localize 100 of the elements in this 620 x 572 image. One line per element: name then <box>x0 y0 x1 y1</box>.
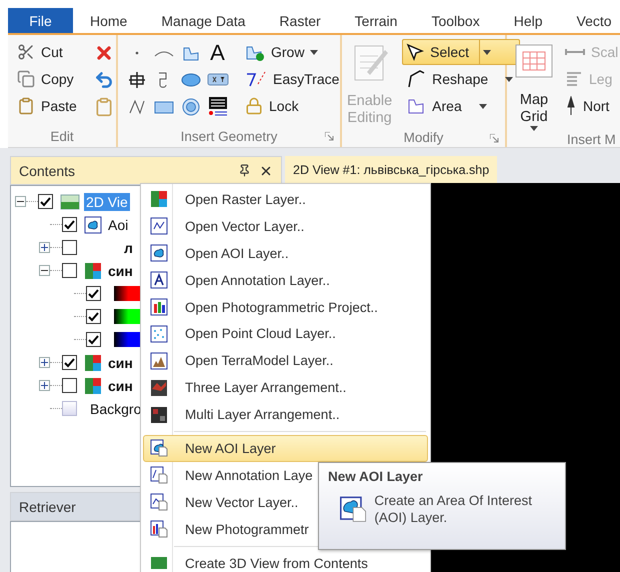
menu-item[interactable]: Open Vector Layer.. <box>143 212 428 240</box>
minus-sign <box>41 267 48 274</box>
tree-item[interactable]: л <box>122 238 135 256</box>
geo-label-icon <box>206 96 228 118</box>
panel-title: Contents <box>19 162 76 178</box>
group-label: Modify <box>404 130 444 144</box>
tooltip-title: New AOI Layer <box>328 469 424 484</box>
menu-item[interactable]: Open TerraModel Layer.. <box>143 347 428 374</box>
checkbox[interactable] <box>86 309 101 324</box>
checkbox[interactable] <box>62 401 77 416</box>
menu-item[interactable]: Open Photogrammetric Project.. <box>143 294 428 320</box>
menu-tab[interactable]: Vecto <box>560 8 620 33</box>
checkbox[interactable] <box>62 240 77 255</box>
new-polyline-icon <box>150 493 168 512</box>
checkbox[interactable] <box>62 355 77 370</box>
dots-icon <box>150 324 168 343</box>
checkbox[interactable] <box>86 332 101 347</box>
new-annotation-icon <box>150 466 168 484</box>
menu-item[interactable]: New AOI Layer <box>143 435 428 462</box>
raster-grid-icon <box>84 354 102 372</box>
ribbon-button[interactable]: Select <box>402 39 520 65</box>
tree-item[interactable]: Aoi <box>106 216 130 234</box>
menu-tab[interactable]: Home <box>73 8 144 33</box>
menu-tab[interactable]: Terrain <box>338 8 414 33</box>
view-tab[interactable]: 2D View #1: львівська_гірська.shp <box>285 156 498 183</box>
menu-item[interactable]: Three Layer Arrangement.. <box>143 374 428 402</box>
minus-sign <box>17 198 24 205</box>
check-icon <box>64 358 75 368</box>
caret-icon <box>530 126 538 131</box>
ribbon-button[interactable]: Grow <box>241 39 344 65</box>
check-icon <box>88 334 99 344</box>
menu-item[interactable]: Open Raster Layer.. <box>143 186 428 213</box>
pin-icon[interactable] <box>238 164 251 177</box>
menu-tab[interactable]: Raster <box>262 8 338 33</box>
bar-chart-icon <box>150 298 168 316</box>
ribbon-button[interactable]: EasyTrace <box>241 66 344 92</box>
check-icon <box>64 220 75 230</box>
clipboard-icon[interactable] <box>94 96 114 116</box>
menu-item[interactable]: Create 3D View from Contents <box>143 550 428 572</box>
image-stack-icon <box>150 378 168 397</box>
checkbox[interactable] <box>62 217 77 232</box>
ribbon-button[interactable]: Paste <box>13 93 81 119</box>
raster-grid-icon <box>150 190 168 208</box>
new-bar-chart-icon <box>150 520 168 538</box>
north-arrow-icon <box>565 96 577 116</box>
ribbon-button[interactable]: Cut <box>13 39 81 65</box>
checkbox[interactable] <box>62 263 77 278</box>
plus-sign <box>41 359 48 366</box>
checkbox[interactable] <box>38 194 53 209</box>
scale-bar-icon <box>565 46 585 58</box>
menu-item[interactable]: Multi Layer Arrangement.. <box>143 401 428 428</box>
tree-item[interactable]: син <box>106 376 135 394</box>
expand-icon[interactable] <box>39 357 50 368</box>
text-glyph[interactable]: A <box>210 42 225 64</box>
collapse-icon[interactable] <box>15 196 26 207</box>
tooltip-text: Create an Area Of Interest (AOI) Layer. <box>374 492 533 526</box>
arc-icon <box>154 48 174 56</box>
expand-icon[interactable] <box>39 242 50 253</box>
menu-tab[interactable]: Toolbox <box>414 8 497 33</box>
landscape-icon <box>60 194 80 210</box>
ribbon-button[interactable]: Nort <box>561 93 620 119</box>
plus-sign <box>41 382 48 389</box>
tree-item[interactable]: син <box>106 354 135 372</box>
ribbon-button[interactable]: Lock <box>241 93 344 119</box>
dot-icon <box>134 50 138 54</box>
menu-item[interactable]: Open Point Cloud Layer.. <box>143 320 428 348</box>
panel-title: Retriever <box>19 498 76 514</box>
blob-icon <box>84 216 102 234</box>
check-icon <box>88 288 99 298</box>
checkbox[interactable] <box>86 286 101 301</box>
reshape-icon <box>406 69 426 89</box>
ribbon-button[interactable]: Copy <box>13 66 81 92</box>
blob-icon <box>150 244 168 262</box>
dialog-launcher-icon[interactable] <box>325 132 334 141</box>
menu-tab[interactable]: File <box>8 8 73 33</box>
tree-item[interactable]: Backgro <box>88 400 144 418</box>
menu-item[interactable]: Open Annotation Layer.. <box>143 266 428 294</box>
check-icon <box>40 196 51 206</box>
menu-item[interactable]: Open AOI Layer.. <box>143 240 428 267</box>
cursor-icon <box>406 43 424 61</box>
menu-tab[interactable]: Help <box>496 8 560 33</box>
new-blob-icon <box>150 439 168 458</box>
check-icon <box>88 312 99 322</box>
legend-icon <box>565 70 583 88</box>
tree-item[interactable]: син <box>106 262 135 280</box>
group-label: Insert M <box>567 132 616 146</box>
grid-sheet-icon <box>514 42 554 80</box>
crosshair-grid-icon <box>126 70 146 90</box>
mountain-icon <box>150 352 168 370</box>
menu-tab[interactable]: Manage Data <box>144 8 262 33</box>
checkbox[interactable] <box>62 378 77 393</box>
group-label: Edit <box>50 128 74 144</box>
expand-icon[interactable] <box>39 380 50 391</box>
dialog-launcher-icon[interactable] <box>490 134 499 143</box>
polyline-icon <box>150 217 168 236</box>
raster-grid-icon <box>84 262 102 280</box>
undo-icon[interactable] <box>94 70 114 90</box>
image-stack-icon <box>150 406 168 424</box>
plus-sign <box>41 244 48 251</box>
collapse-icon[interactable] <box>39 265 50 276</box>
